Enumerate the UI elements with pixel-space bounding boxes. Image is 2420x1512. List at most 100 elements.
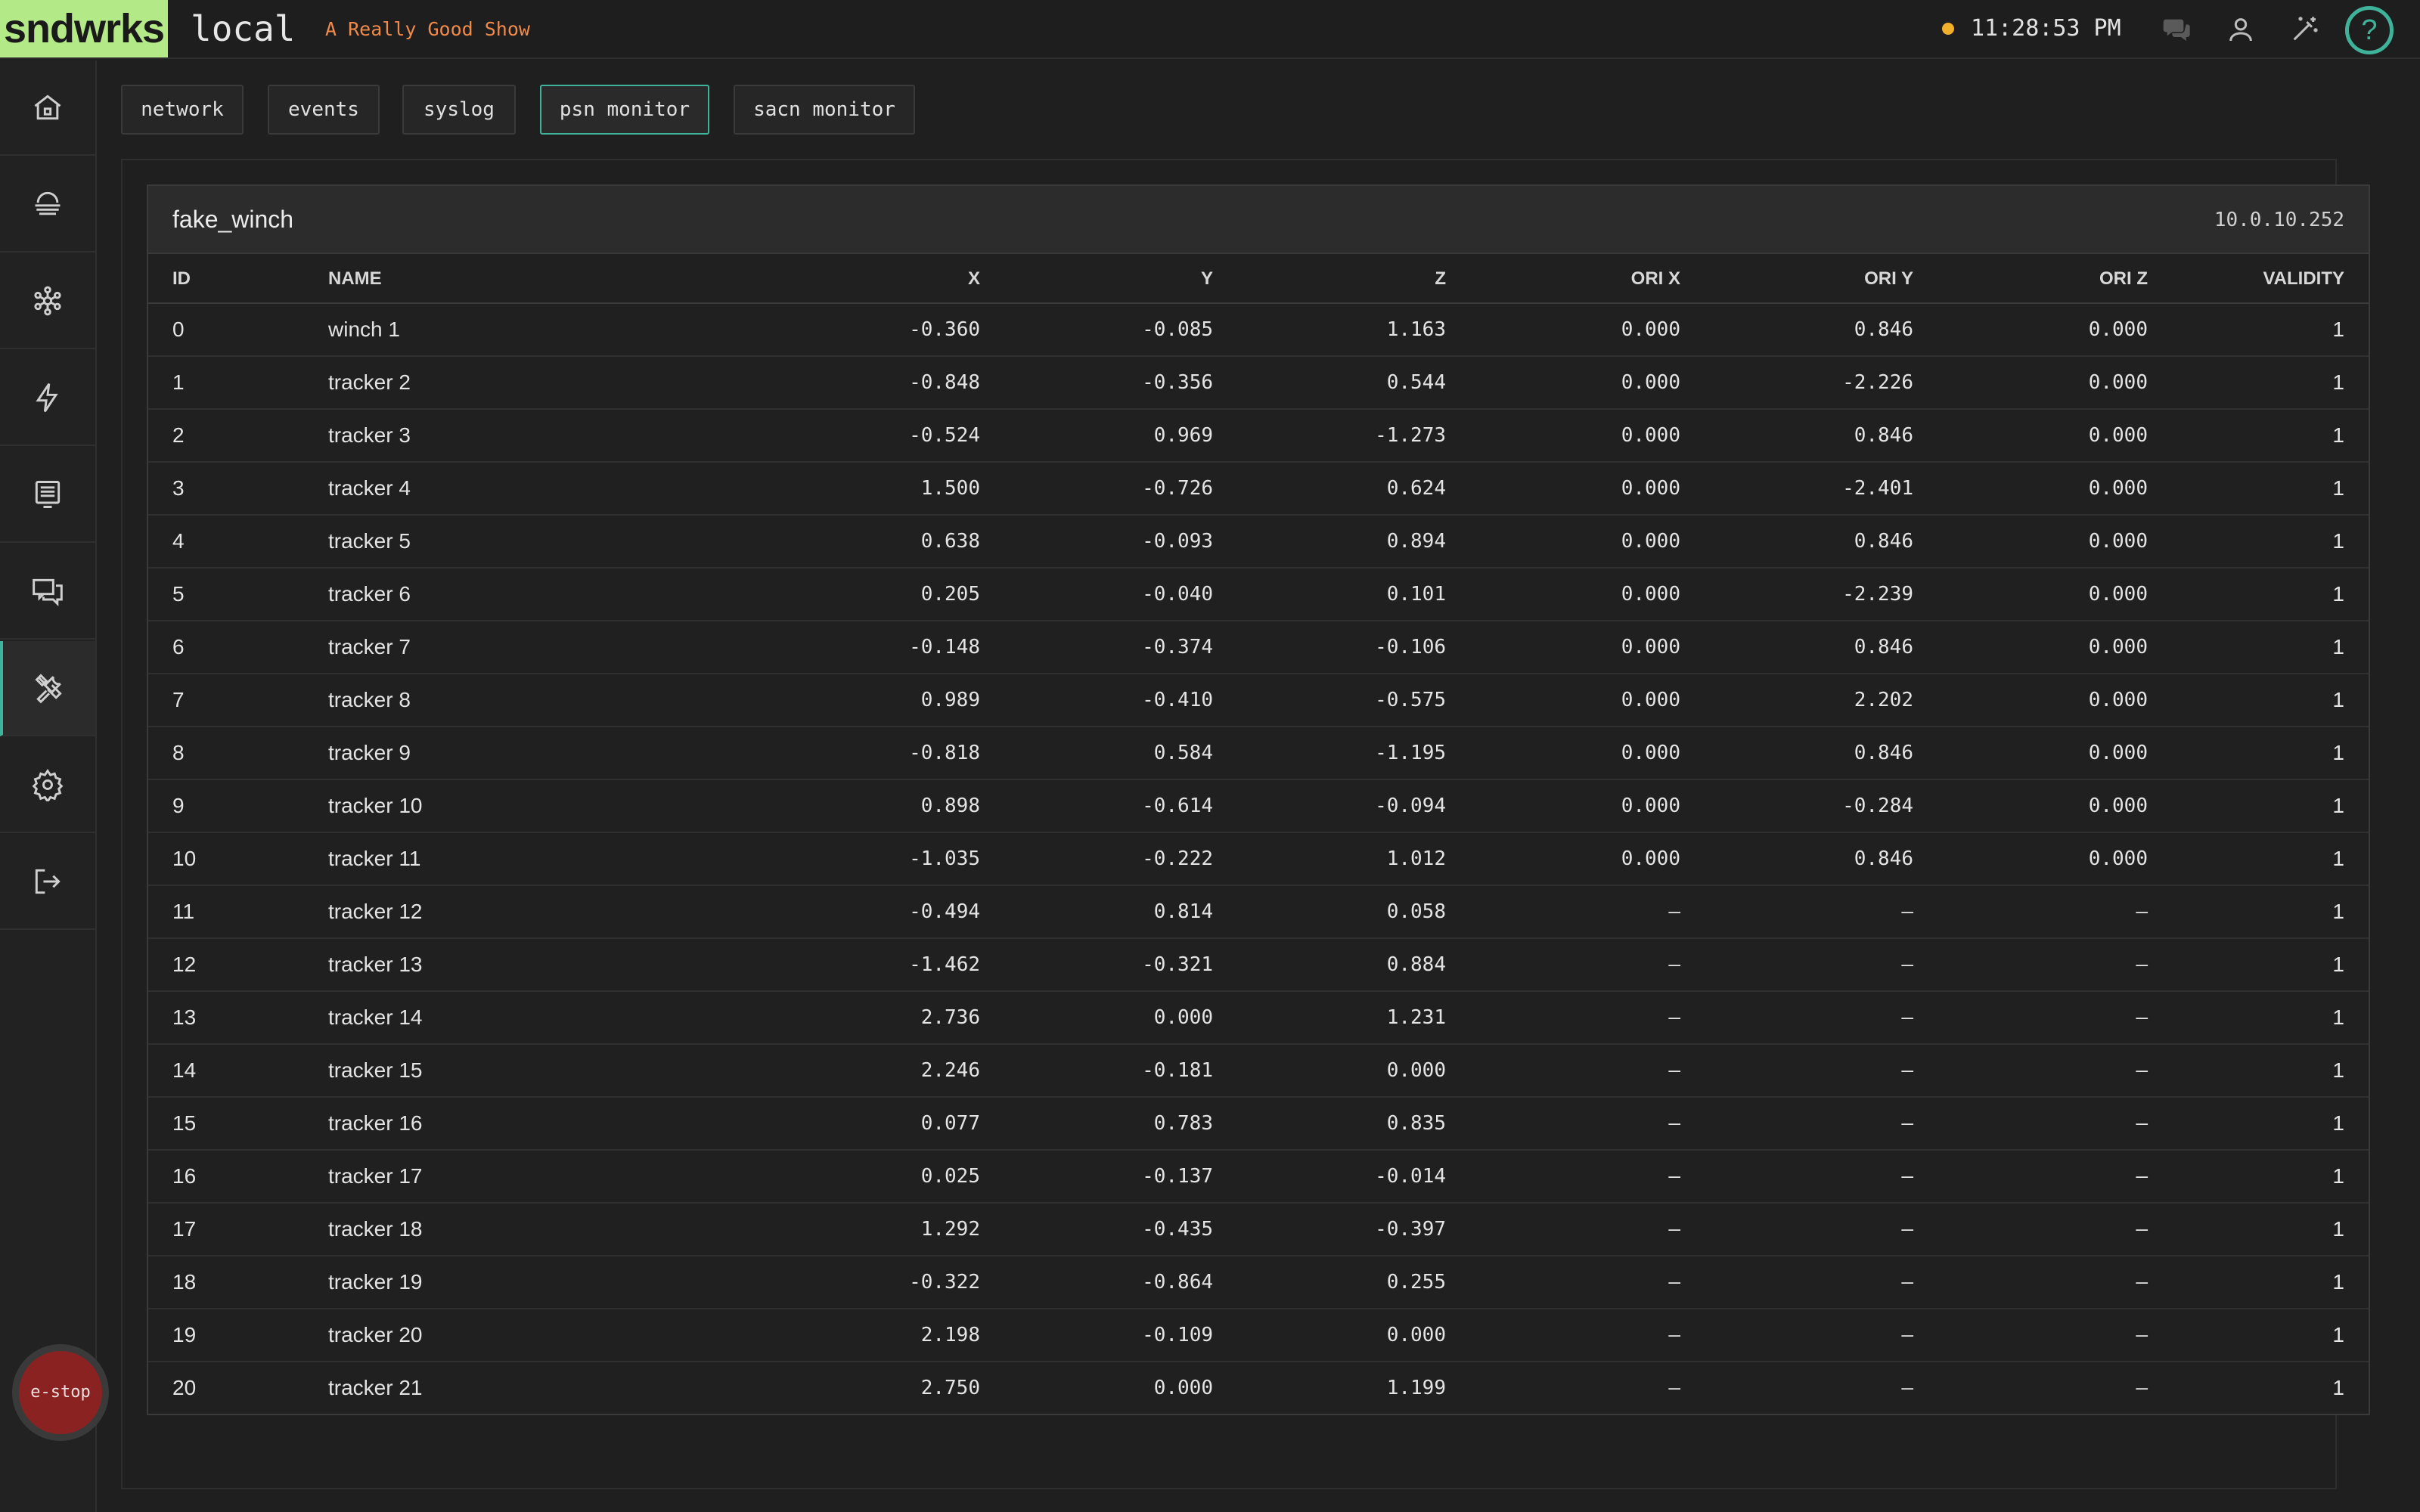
cell-name: tracker 18 <box>328 1217 423 1241</box>
cell-id: 6 <box>172 635 185 658</box>
sidebar-item-display[interactable] <box>0 448 95 543</box>
cell-id: 12 <box>172 953 197 976</box>
cell-y: -0.374 <box>1142 636 1213 658</box>
sidebar-item-devices[interactable] <box>0 157 95 253</box>
table-row: 4 tracker 5 0.638 -0.093 0.894 0.000 0.846 0.00… <box>148 516 2369 569</box>
cell-ori-y: – <box>1901 953 1913 976</box>
cell-validity: 1 <box>2332 953 2344 976</box>
cell-ori-y: – <box>1901 1324 1913 1346</box>
tab-network[interactable]: network <box>121 85 244 135</box>
cell-validity: 1 <box>2332 529 2344 553</box>
cell-ori-x: – <box>1668 1324 1680 1346</box>
table-row: 13 tracker 14 2.736 0.000 1.231 – – – 1 <box>148 992 2369 1045</box>
cell-ori-z: 0.000 <box>2088 477 2148 500</box>
cell-ori-y: – <box>1901 1271 1913 1294</box>
user-icon[interactable] <box>2222 11 2260 48</box>
chat-icon[interactable] <box>2158 11 2196 48</box>
sidebar-item-power[interactable] <box>0 351 95 446</box>
e-stop-button[interactable]: e-stop <box>12 1344 109 1441</box>
tab-sacn-monitor[interactable]: sacn monitor <box>734 85 915 135</box>
cell-z: 1.231 <box>1386 1006 1446 1029</box>
cell-ori-z: 0.000 <box>2088 583 2148 606</box>
cell-id: 1 <box>172 370 185 394</box>
cell-z: 1.199 <box>1386 1377 1446 1399</box>
cell-ori-z: 0.000 <box>2088 795 2148 817</box>
cell-y: 0.000 <box>1153 1377 1213 1399</box>
magic-wand-icon[interactable] <box>2285 11 2323 48</box>
tab-psn-monitor[interactable]: psn monitor <box>540 85 709 135</box>
sidebar <box>0 60 97 1512</box>
column-header-validity: VALIDITY <box>2263 268 2344 289</box>
cell-y: -0.614 <box>1142 795 1213 817</box>
cell-ori-x: – <box>1668 1059 1680 1082</box>
sidebar-item-network[interactable] <box>0 254 95 349</box>
cell-ori-y: 0.846 <box>1854 742 1913 764</box>
cell-x: 0.025 <box>920 1165 980 1188</box>
sidebar-item-tools[interactable] <box>0 641 95 736</box>
cell-validity: 1 <box>2332 1323 2344 1346</box>
cell-x: -0.818 <box>909 742 980 764</box>
cell-id: 16 <box>172 1164 197 1188</box>
sidebar-item-chat[interactable] <box>0 544 95 640</box>
cell-z: -0.094 <box>1375 795 1446 817</box>
cell-x: -0.322 <box>909 1271 980 1294</box>
logout-icon <box>35 869 60 894</box>
cell-validity: 1 <box>2332 1111 2344 1135</box>
cell-id: 15 <box>172 1111 197 1135</box>
cell-ori-z: 0.000 <box>2088 636 2148 658</box>
tab-events[interactable]: events <box>268 85 380 135</box>
cell-ori-y: – <box>1901 1059 1913 1082</box>
table-row: 8 tracker 9 -0.818 0.584 -1.195 0.000 0.846 0.0… <box>148 727 2369 780</box>
cell-ori-x: – <box>1668 1377 1680 1399</box>
cell-validity: 1 <box>2332 1270 2344 1294</box>
logo[interactable]: sndwrks <box>0 0 168 57</box>
table-row: 6 tracker 7 -0.148 -0.374 -0.106 0.000 0.846 0.… <box>148 621 2369 674</box>
tools-icon <box>35 674 62 704</box>
tab-syslog[interactable]: syslog <box>402 85 516 135</box>
cell-ori-y: 0.846 <box>1854 424 1913 447</box>
cell-ori-x: 0.000 <box>1621 371 1680 394</box>
cell-ori-x: 0.000 <box>1621 742 1680 764</box>
cell-ori-x: 0.000 <box>1621 583 1680 606</box>
cell-ori-z: 0.000 <box>2088 424 2148 447</box>
cell-id: 8 <box>172 741 185 764</box>
cell-z: -0.014 <box>1375 1165 1446 1188</box>
cell-ori-z: – <box>2136 1165 2148 1188</box>
site-name: local <box>191 8 296 49</box>
cell-name: tracker 15 <box>328 1058 423 1082</box>
cell-ori-x: 0.000 <box>1621 424 1680 447</box>
column-header-ori-x: ORI X <box>1630 268 1680 289</box>
table-row: 3 tracker 4 1.500 -0.726 0.624 0.000 -2.401 0.0… <box>148 463 2369 516</box>
devices-icon <box>35 191 60 215</box>
show-name: A Really Good Show <box>325 18 530 40</box>
cell-y: -0.222 <box>1142 847 1213 870</box>
cell-ori-x: 0.000 <box>1621 847 1680 870</box>
cell-x: 2.198 <box>920 1324 980 1346</box>
cell-ori-y: – <box>1901 1006 1913 1029</box>
cell-name: tracker 21 <box>328 1376 423 1399</box>
cell-z: 0.000 <box>1386 1324 1446 1346</box>
network-icon <box>34 286 61 316</box>
cell-x: 1.292 <box>920 1218 980 1241</box>
cell-x: 0.638 <box>920 530 980 553</box>
table-row: 19 tracker 20 2.198 -0.109 0.000 – – – 1 <box>148 1309 2369 1362</box>
table-row: 11 tracker 12 -0.494 0.814 0.058 – – – 1 <box>148 886 2369 939</box>
sidebar-item-home[interactable] <box>0 60 95 156</box>
sidebar-item-settings[interactable] <box>0 738 95 833</box>
cell-ori-x: 0.000 <box>1621 689 1680 711</box>
cell-x: -0.360 <box>909 318 980 341</box>
cell-validity: 1 <box>2332 476 2344 500</box>
help-icon[interactable]: ? <box>2345 6 2394 54</box>
cell-id: 19 <box>172 1323 197 1346</box>
cell-id: 14 <box>172 1058 197 1082</box>
cell-ori-x: – <box>1668 900 1680 923</box>
cell-ori-y: – <box>1901 1218 1913 1241</box>
table-row: 5 tracker 6 0.205 -0.040 0.101 0.000 -2.239 0.0… <box>148 569 2369 621</box>
cell-validity: 1 <box>2332 1164 2344 1188</box>
cell-validity: 1 <box>2332 582 2344 606</box>
cell-y: -0.726 <box>1142 477 1213 500</box>
table-row: 10 tracker 11 -1.035 -0.222 1.012 0.000 0.846 0… <box>148 833 2369 886</box>
sidebar-item-logout[interactable] <box>0 835 95 930</box>
cell-name: tracker 3 <box>328 423 411 447</box>
cell-name: tracker 9 <box>328 741 411 764</box>
